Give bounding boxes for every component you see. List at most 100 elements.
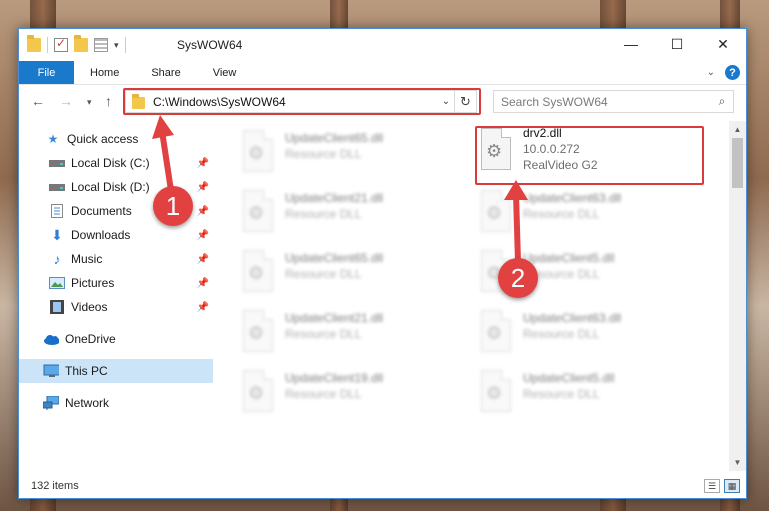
recent-locations-icon[interactable]: ▾ [87, 97, 92, 108]
sidebar-item-pictures[interactable]: Pictures 📌 [19, 271, 213, 295]
file-type: Resource DLL [523, 387, 600, 401]
address-dropdown-icon[interactable]: ⌄ [438, 96, 454, 107]
annotation-marker-2: 2 [498, 258, 538, 298]
file-name: UpdateClient21.dll [285, 311, 384, 325]
sidebar-item-label: Documents [71, 204, 132, 218]
music-icon: ♪ [53, 251, 61, 267]
pin-icon[interactable]: 📌 [197, 254, 209, 265]
sidebar-item-label: Network [65, 396, 110, 410]
minimize-button[interactable]: — [608, 29, 654, 59]
back-arrow-icon[interactable]: ← [31, 93, 45, 109]
file-description: RealVideo G2 [523, 158, 598, 172]
properties-check-icon[interactable] [54, 36, 68, 52]
scroll-down-icon[interactable]: ▼ [729, 454, 746, 471]
dll-file-icon: ⚙ [479, 310, 513, 354]
folder-icon [132, 94, 145, 109]
file-list: ⚙ UpdateClient65.dll Resource DLL ⚙ Updat… [217, 121, 731, 471]
sidebar-item-label: Videos [71, 300, 108, 314]
star-icon: ★ [47, 132, 59, 146]
address-path[interactable]: C:\Windows\SysWOW64 [153, 95, 438, 109]
sidebar-item-label: Downloads [71, 228, 131, 242]
forward-arrow-icon[interactable]: → [59, 93, 73, 109]
list-item[interactable]: ⚙ UpdateClient65.dll Resource DLL [241, 247, 471, 303]
view-switcher: ☰ ▦ [704, 479, 740, 493]
documents-icon [49, 204, 65, 218]
search-input[interactable] [501, 94, 711, 109]
tab-share[interactable]: Share [135, 61, 196, 84]
tiles-view-icon[interactable]: ▦ [724, 479, 740, 493]
sidebar-item-downloads[interactable]: ⬇ Downloads 📌 [19, 223, 213, 247]
sidebar-item-label: Music [71, 252, 103, 266]
dll-file-icon: ⚙ [241, 310, 275, 354]
search-icon[interactable]: ⌕ [711, 94, 733, 109]
sidebar-item-music[interactable]: ♪ Music 📌 [19, 247, 213, 271]
sidebar-item-label: OneDrive [65, 332, 116, 346]
tab-view[interactable]: View [197, 61, 253, 84]
sidebar-item-label: Local Disk (C:) [71, 156, 150, 170]
close-button[interactable]: ✕ [700, 29, 746, 59]
sidebar-item-network[interactable]: Network [19, 391, 213, 415]
window-controls: — ☐ ✕ [608, 29, 746, 59]
divider [124, 37, 126, 53]
customize-toolbar-icon[interactable]: ▾ [114, 40, 119, 51]
sidebar-item-label: Pictures [71, 276, 115, 290]
pin-icon[interactable]: 📌 [197, 230, 209, 241]
file-type: Resource DLL [285, 207, 362, 221]
highlighted-file-drv2[interactable]: ⚙ drv2.dll 10.0.0.272 RealVideo G2 [479, 125, 709, 181]
file-type: Resource DLL [285, 267, 362, 281]
navigation-bar: ← → ▾ ↑ C:\Windows\SysWOW64 ⌄ ↻ ⌕ [19, 85, 746, 117]
list-item[interactable]: ⚙ UpdateClient65.dll Resource DLL [241, 127, 471, 183]
up-arrow-icon[interactable]: ↑ [105, 93, 112, 109]
vertical-scrollbar[interactable]: ▲ ▼ [729, 121, 746, 471]
file-name: UpdateClient5.dll [523, 371, 615, 385]
dll-file-icon: ⚙ [241, 370, 275, 414]
file-type: Resource DLL [523, 327, 600, 341]
sidebar-item-videos[interactable]: Videos 📌 [19, 295, 213, 319]
ribbon-tabs: File Home Share View ⌄ ? [19, 61, 746, 85]
properties-icon[interactable] [94, 38, 108, 52]
drive-icon [49, 180, 65, 194]
title-bar: ▾ SysWOW64 — ☐ ✕ [19, 29, 746, 61]
videos-icon [49, 300, 65, 314]
sidebar-item-onedrive[interactable]: OneDrive [19, 327, 213, 351]
list-item[interactable]: ⚙ UpdateClient19.dll Resource DLL [241, 367, 471, 423]
pin-icon[interactable]: 📌 [197, 302, 209, 313]
refresh-icon[interactable]: ↻ [454, 91, 476, 112]
annotation-arrow-2 [504, 180, 528, 263]
list-item[interactable]: ⚙ UpdateClient63.dll Resource DLL [479, 307, 709, 363]
search-box[interactable]: ⌕ [493, 90, 734, 113]
computer-icon [43, 364, 59, 378]
scroll-up-icon[interactable]: ▲ [729, 121, 746, 138]
file-name: drv2.dll [523, 126, 562, 140]
dll-file-icon: ⚙ [479, 128, 513, 172]
file-version: 10.0.0.272 [523, 142, 580, 156]
explorer-window: ▾ SysWOW64 — ☐ ✕ File Home Share View ⌄ … [18, 28, 747, 499]
tab-file[interactable]: File [19, 61, 74, 84]
sidebar-item-label: Quick access [67, 132, 139, 146]
status-bar: 132 items [19, 474, 746, 498]
window-title: SysWOW64 [177, 38, 243, 52]
cloud-icon [43, 332, 59, 346]
list-item[interactable]: ⚙ UpdateClient21.dll Resource DLL [241, 307, 471, 363]
file-name: UpdateClient19.dll [285, 371, 384, 385]
download-icon: ⬇ [51, 226, 63, 243]
expand-ribbon-icon[interactable]: ⌄ [707, 67, 715, 78]
list-item[interactable]: ⚙ UpdateClient5.dll Resource DLL [479, 367, 709, 423]
help-icon[interactable]: ? [725, 65, 740, 80]
network-icon [43, 396, 59, 410]
scroll-thumb[interactable] [732, 138, 743, 188]
list-item[interactable]: ⚙ UpdateClient21.dll Resource DLL [241, 187, 471, 243]
address-bar[interactable]: C:\Windows\SysWOW64 ⌄ ↻ [125, 90, 477, 113]
sidebar-item-this-pc[interactable]: This PC [19, 359, 213, 383]
pin-icon[interactable]: 📌 [197, 206, 209, 217]
file-name: UpdateClient65.dll [285, 131, 384, 145]
details-view-icon[interactable]: ☰ [704, 479, 720, 493]
pictures-icon [49, 276, 65, 290]
file-type: Resource DLL [285, 147, 362, 161]
pin-icon[interactable]: 📌 [197, 278, 209, 289]
new-folder-icon[interactable] [74, 35, 88, 52]
tab-home[interactable]: Home [74, 61, 135, 84]
dll-file-icon: ⚙ [241, 130, 275, 174]
item-count: 132 items [31, 480, 79, 492]
maximize-button[interactable]: ☐ [654, 29, 700, 59]
